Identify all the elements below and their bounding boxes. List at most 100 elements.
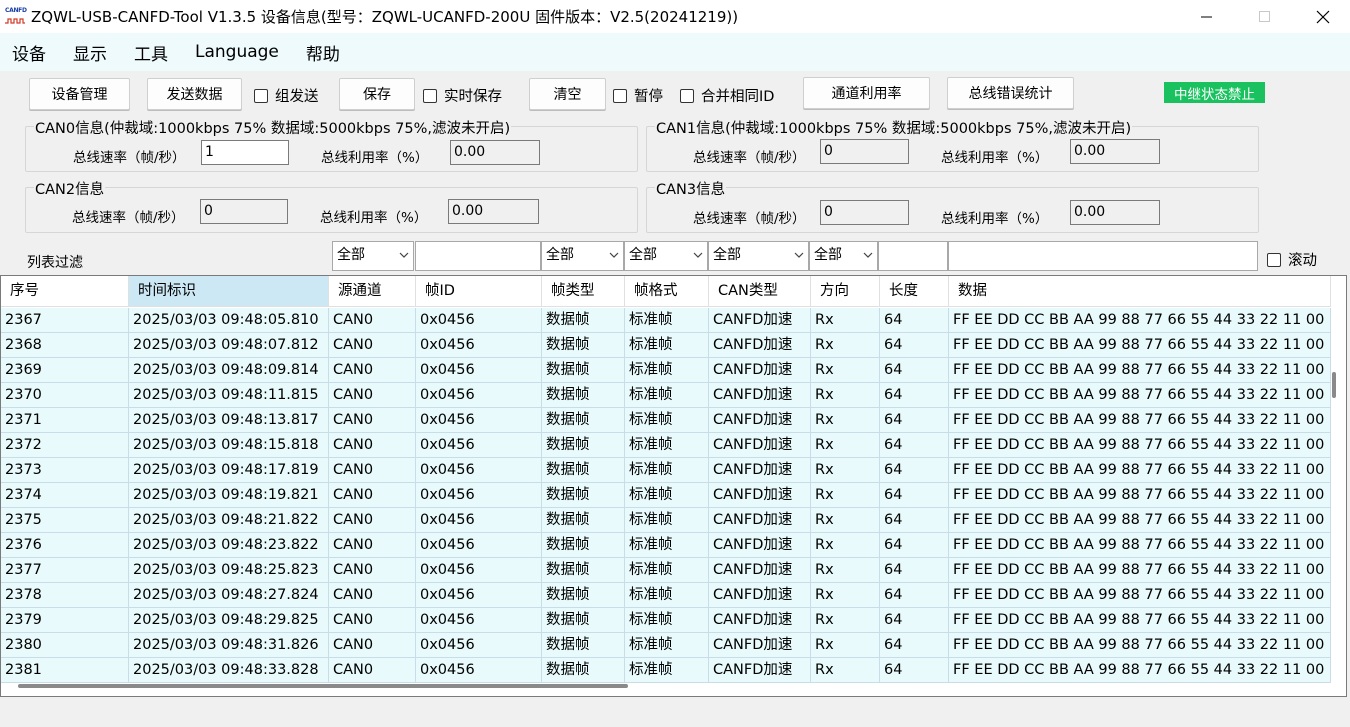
minimize-button[interactable]	[1178, 0, 1236, 33]
checkbox-box	[613, 88, 627, 103]
header-col-timestamp[interactable]: 时间标识	[129, 276, 329, 307]
direction-filter-select[interactable]: 全部	[809, 241, 878, 271]
header-col-can-type[interactable]: CAN类型	[709, 276, 811, 307]
table-row[interactable]: 2369 2025/03/03 09:48:09.814 CAN0 0x0456 数据帧…	[1, 358, 1331, 383]
cell-direction: Rx	[811, 358, 880, 383]
title-bar: CANFD ZQWL-USB-CANFD-Tool V1.3.5 设备信息(型号…	[0, 0, 1350, 33]
save-button[interactable]: 保存	[339, 78, 415, 110]
device-management-button[interactable]: 设备管理	[29, 78, 130, 110]
menu-help[interactable]: 帮助	[306, 40, 340, 65]
cell-frame-type: 数据帧	[542, 533, 625, 558]
merge-same-id-checkbox[interactable]: 合并相同ID	[680, 85, 774, 106]
table-row[interactable]: 2367 2025/03/03 09:48:05.810 CAN0 0x0456 数据帧…	[1, 308, 1331, 333]
horizontal-scrollbar[interactable]	[18, 684, 628, 688]
table-row[interactable]: 2372 2025/03/03 09:48:15.818 CAN0 0x0456 数据帧…	[1, 433, 1331, 458]
can0-usage-field[interactable]: 0.00	[450, 140, 540, 165]
message-table[interactable]: 序号 时间标识 源通道 帧ID 帧类型 帧格式 CAN类型 方向 长度 数据 2367 2025/0…	[0, 275, 1347, 697]
length-filter-input[interactable]	[878, 241, 948, 271]
close-icon	[1316, 10, 1330, 23]
cell-index: 2380	[1, 633, 129, 658]
header-col-frame-type[interactable]: 帧类型	[542, 276, 625, 307]
menu-tools[interactable]: 工具	[134, 40, 168, 65]
table-row[interactable]: 2380 2025/03/03 09:48:31.826 CAN0 0x0456 数据帧…	[1, 633, 1331, 658]
header-col-direction[interactable]: 方向	[811, 276, 880, 307]
cell-length: 64	[880, 333, 949, 358]
table-row[interactable]: 2371 2025/03/03 09:48:13.817 CAN0 0x0456 数据帧…	[1, 408, 1331, 433]
header-col-frame-id[interactable]: 帧ID	[416, 276, 542, 307]
cell-source-channel: CAN0	[329, 458, 416, 483]
cell-frame-id: 0x0456	[416, 308, 542, 333]
cell-source-channel: CAN0	[329, 358, 416, 383]
cell-frame-format: 标准帧	[625, 333, 709, 358]
table-row[interactable]: 2375 2025/03/03 09:48:21.822 CAN0 0x0456 数据帧…	[1, 508, 1331, 533]
table-row[interactable]: 2379 2025/03/03 09:48:29.825 CAN0 0x0456 数据帧…	[1, 608, 1331, 633]
cell-timestamp: 2025/03/03 09:48:27.824	[129, 583, 329, 608]
cell-frame-format: 标准帧	[625, 383, 709, 408]
can1-rate-field[interactable]: 0	[820, 139, 909, 164]
table-row[interactable]: 2377 2025/03/03 09:48:25.823 CAN0 0x0456 数据帧…	[1, 558, 1331, 583]
cell-index: 2371	[1, 408, 129, 433]
group-send-checkbox[interactable]: 组发送	[254, 85, 319, 106]
table-row[interactable]: 2378 2025/03/03 09:48:27.824 CAN0 0x0456 数据帧…	[1, 583, 1331, 608]
pause-checkbox[interactable]: 暂停	[613, 85, 663, 106]
realtime-save-checkbox[interactable]: 实时保存	[423, 85, 502, 106]
cell-direction: Rx	[811, 533, 880, 558]
cell-data: FF EE DD CC BB AA 99 88 77 66 55 44 33 2…	[949, 658, 1331, 683]
header-col-data[interactable]: 数据	[949, 276, 1331, 307]
cell-source-channel: CAN0	[329, 483, 416, 508]
can-type-filter-value: 全部	[713, 247, 741, 263]
channel-filter-select[interactable]: 全部	[332, 241, 414, 271]
table-row[interactable]: 2374 2025/03/03 09:48:19.821 CAN0 0x0456 数据帧…	[1, 483, 1331, 508]
table-row[interactable]: 2373 2025/03/03 09:48:17.819 CAN0 0x0456 数据帧…	[1, 458, 1331, 483]
close-button[interactable]	[1294, 0, 1350, 33]
cell-length: 64	[880, 408, 949, 433]
cell-length: 64	[880, 508, 949, 533]
menu-language[interactable]: Language	[195, 42, 279, 62]
id-filter-input[interactable]	[415, 241, 541, 271]
data-filter-input[interactable]	[948, 241, 1258, 271]
header-col-length[interactable]: 长度	[880, 276, 949, 307]
table-row[interactable]: 2381 2025/03/03 09:48:33.828 CAN0 0x0456 数据帧…	[1, 658, 1331, 683]
cell-direction: Rx	[811, 658, 880, 683]
table-row[interactable]: 2370 2025/03/03 09:48:11.815 CAN0 0x0456 数据帧…	[1, 383, 1331, 408]
cell-can-type: CANFD加速	[709, 583, 811, 608]
header-col-source-channel[interactable]: 源通道	[329, 276, 416, 307]
bus-error-stats-button[interactable]: 总线错误统计	[947, 77, 1074, 109]
clear-button[interactable]: 清空	[529, 78, 606, 110]
can0-rate-field[interactable]: 1	[201, 140, 289, 165]
cell-length: 64	[880, 558, 949, 583]
frame-format-filter-value: 全部	[629, 247, 657, 263]
auto-scroll-checkbox[interactable]: 滚动	[1267, 249, 1317, 270]
can2-usage-field[interactable]: 0.00	[448, 199, 539, 224]
cell-frame-id: 0x0456	[416, 458, 542, 483]
menu-device[interactable]: 设备	[12, 40, 46, 65]
cell-direction: Rx	[811, 433, 880, 458]
send-data-button[interactable]: 发送数据	[147, 78, 242, 110]
can3-rate-field[interactable]: 0	[820, 200, 909, 225]
maximize-button[interactable]	[1236, 0, 1294, 33]
cell-frame-format: 标准帧	[625, 608, 709, 633]
frame-format-filter-select[interactable]: 全部	[624, 241, 708, 271]
cell-frame-format: 标准帧	[625, 533, 709, 558]
header-col-index[interactable]: 序号	[1, 276, 129, 307]
channel-usage-button[interactable]: 通道利用率	[803, 77, 930, 109]
can1-usage-field[interactable]: 0.00	[1070, 139, 1160, 164]
can-type-filter-select[interactable]: 全部	[708, 241, 809, 271]
menu-display[interactable]: 显示	[73, 40, 107, 65]
maximize-icon	[1259, 10, 1270, 22]
cell-length: 64	[880, 433, 949, 458]
cell-direction: Rx	[811, 458, 880, 483]
table-row[interactable]: 2376 2025/03/03 09:48:23.822 CAN0 0x0456 数据帧…	[1, 533, 1331, 558]
cell-frame-type: 数据帧	[542, 408, 625, 433]
cell-length: 64	[880, 633, 949, 658]
vertical-scrollbar[interactable]	[1332, 372, 1336, 398]
can2-rate-field[interactable]: 0	[200, 199, 288, 224]
cell-frame-type: 数据帧	[542, 633, 625, 658]
header-col-frame-format[interactable]: 帧格式	[625, 276, 709, 307]
cell-index: 2372	[1, 433, 129, 458]
chevron-down-icon	[794, 252, 804, 258]
frame-type-filter-select[interactable]: 全部	[541, 241, 624, 271]
table-row[interactable]: 2368 2025/03/03 09:48:07.812 CAN0 0x0456 数据帧…	[1, 333, 1331, 358]
can3-usage-field[interactable]: 0.00	[1070, 200, 1160, 225]
cell-data: FF EE DD CC BB AA 99 88 77 66 55 44 33 2…	[949, 333, 1331, 358]
